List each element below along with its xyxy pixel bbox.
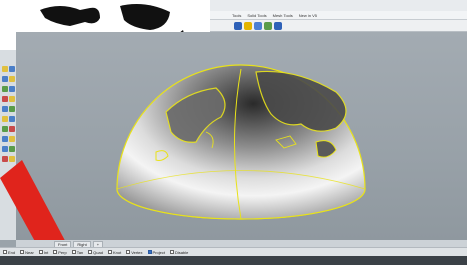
zoom-extents-icon[interactable] bbox=[274, 21, 282, 30]
point-tool-icon[interactable] bbox=[2, 66, 8, 72]
osnap-quad[interactable]: Quad bbox=[88, 250, 103, 255]
split-tool-icon[interactable] bbox=[2, 136, 8, 142]
arc-tool-icon[interactable] bbox=[9, 86, 15, 92]
checkbox-perp[interactable] bbox=[53, 250, 58, 254]
menu-mesh-tools[interactable]: Mesh Tools bbox=[273, 13, 293, 18]
rectangle-tool-icon[interactable] bbox=[2, 96, 8, 102]
osnap-project[interactable]: Project bbox=[147, 250, 165, 255]
checkbox-quad[interactable] bbox=[88, 250, 93, 254]
osnap-tan[interactable]: Tan bbox=[71, 250, 83, 255]
checkbox-end[interactable] bbox=[3, 250, 7, 254]
join-tool-icon[interactable] bbox=[9, 136, 15, 142]
icon-toolbar bbox=[210, 20, 467, 32]
trim-tool-icon[interactable] bbox=[9, 126, 15, 132]
osnap-bar: End Near Int Perp Tan Quad Knot Vertex P… bbox=[0, 247, 467, 256]
toolbar-tab-row: Tools Solid Tools Mesh Tools New in V5 bbox=[210, 11, 467, 20]
polygon-tool-icon[interactable] bbox=[9, 96, 15, 102]
menu-new-in-v5[interactable]: New in V5 bbox=[299, 13, 317, 18]
status-bar bbox=[0, 256, 467, 265]
polyline-tool-icon[interactable] bbox=[2, 76, 8, 82]
rotate-view-icon[interactable] bbox=[244, 21, 252, 30]
checkbox-knot[interactable] bbox=[107, 250, 112, 254]
zoom-window-icon[interactable] bbox=[264, 21, 272, 30]
surface-tool-icon[interactable] bbox=[2, 106, 8, 112]
dimension-tool-icon[interactable] bbox=[2, 146, 8, 152]
osnap-vertex[interactable]: Vertex bbox=[126, 250, 143, 255]
pan-icon[interactable] bbox=[234, 21, 242, 30]
mesh-tool-icon[interactable] bbox=[2, 116, 8, 122]
osnap-int[interactable]: Int bbox=[38, 250, 48, 255]
checkbox-int[interactable] bbox=[38, 250, 43, 254]
osnap-end[interactable]: End bbox=[3, 250, 15, 255]
checkbox-disable[interactable] bbox=[169, 250, 174, 254]
solid-tool-icon[interactable] bbox=[9, 106, 15, 112]
osnap-perp[interactable]: Perp bbox=[53, 250, 67, 255]
checkbox-project[interactable] bbox=[147, 250, 152, 254]
zoom-icon[interactable] bbox=[254, 21, 262, 30]
menu-solid-tools[interactable]: Solid Tools bbox=[247, 13, 266, 18]
viewport-tabs: Front Right + bbox=[16, 240, 467, 247]
osnap-disable[interactable]: Disable bbox=[169, 250, 188, 255]
curve-tool-icon[interactable] bbox=[9, 76, 15, 82]
line-tool-icon[interactable] bbox=[9, 66, 15, 72]
checkbox-tan[interactable] bbox=[71, 250, 76, 254]
osnap-near[interactable]: Near bbox=[20, 250, 34, 255]
checkbox-vertex[interactable] bbox=[126, 250, 131, 254]
menu-tools[interactable]: Tools bbox=[232, 13, 241, 18]
transform-tool-icon[interactable] bbox=[9, 116, 15, 122]
osnap-knot[interactable]: Knot bbox=[107, 250, 121, 255]
checkbox-near[interactable] bbox=[20, 250, 25, 254]
text-tool-icon[interactable] bbox=[9, 146, 15, 152]
circle-tool-icon[interactable] bbox=[2, 86, 8, 92]
move-tool-icon[interactable] bbox=[2, 126, 8, 132]
